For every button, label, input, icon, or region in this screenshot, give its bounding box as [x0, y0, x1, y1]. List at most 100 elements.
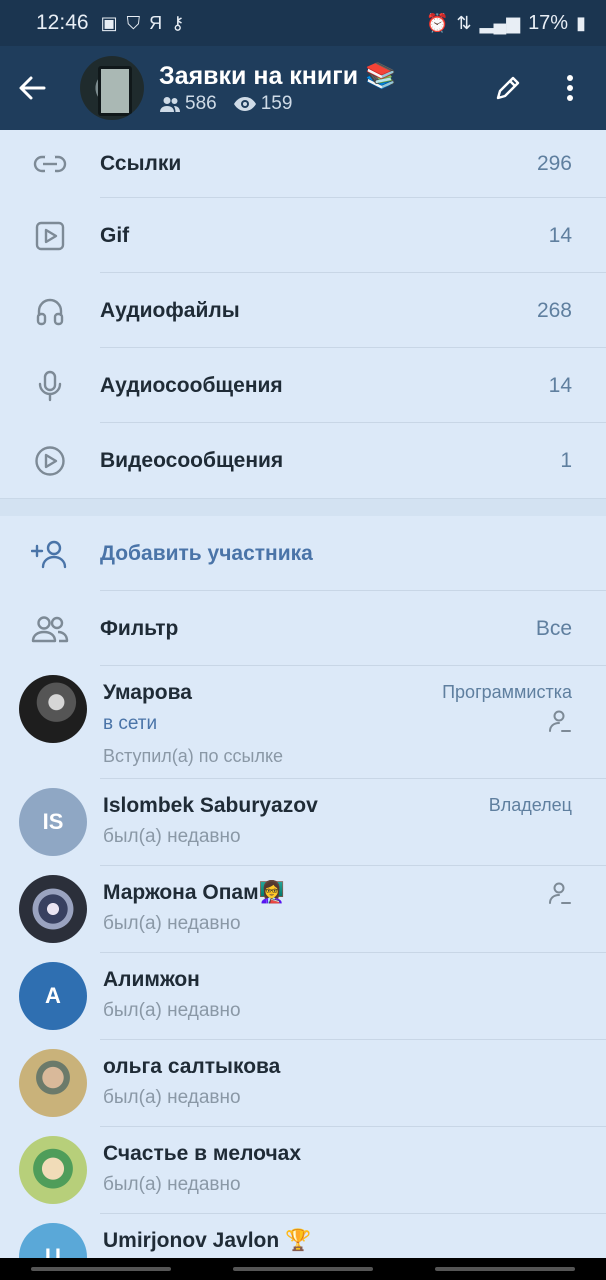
avatar [19, 1136, 87, 1204]
add-user-icon [0, 539, 100, 569]
channel-avatar[interactable] [80, 56, 144, 120]
member-row[interactable]: Счастье в мелочах был(а) недавно [0, 1127, 606, 1214]
media-label: Видеосообщения [100, 448, 284, 472]
avatar [19, 675, 87, 743]
status-icons: ▣ ⛉ Я ⚷ [101, 13, 185, 34]
user-edit-icon [549, 710, 571, 732]
member-row[interactable]: ольга салтыкова был(а) недавно [0, 1040, 606, 1127]
media-row-gif[interactable]: Gif 14 [0, 198, 606, 273]
avatar-initials: IS [42, 809, 64, 834]
carrier-glyph: Я [149, 12, 163, 33]
member-role: Владелец [488, 795, 572, 815]
member-status: был(а) недавно [103, 913, 241, 934]
member-row[interactable]: Умарова в сети Вступил(а) по ссылке Прог… [0, 666, 606, 779]
member-info: Маржона Опам👩‍🏫 был(а) недавно [103, 866, 606, 935]
nav-home-handle[interactable] [233, 1267, 373, 1271]
header-actions [482, 62, 606, 114]
avatar [19, 1049, 87, 1117]
views-count: 159 [260, 93, 293, 114]
media-count: 296 [536, 152, 572, 175]
media-count: 14 [548, 223, 572, 247]
channel-title-block[interactable]: Заявки на книги 📚 586 159 [159, 61, 396, 115]
filter-row[interactable]: Фильтр Все [0, 591, 606, 666]
more-button[interactable] [544, 62, 596, 114]
headphones-icon [0, 273, 100, 348]
more-vertical-icon [567, 75, 573, 101]
media-count: 1 [560, 448, 572, 472]
media-row-video-messages[interactable]: Видеосообщения 1 [0, 423, 606, 498]
member-role: Программистка [442, 682, 572, 702]
add-member-button[interactable]: Добавить участника [0, 516, 606, 591]
status-time: 12:46 [36, 11, 89, 34]
media-row-voice-messages[interactable]: Аудиосообщения 14 [0, 348, 606, 423]
users-filter-icon [0, 615, 100, 643]
add-member-label: Добавить участника [100, 541, 313, 565]
member-row[interactable]: A Алимжон был(а) недавно [0, 953, 606, 1040]
gallery-icon: ▣ [100, 12, 118, 33]
shared-media-list: Ссылки 296 Gif 14 Аудиофайлы 268 Аудиосо… [0, 130, 606, 498]
member-status: был(а) недавно [103, 1087, 241, 1108]
signal-icon: ▂▄▆ [479, 12, 521, 33]
media-count: 268 [536, 298, 572, 322]
video-message-icon [0, 423, 100, 498]
section-divider [0, 498, 606, 516]
status-right: ⏰ ⇅ ▂▄▆ 17% ▮ [426, 12, 586, 35]
member-right: Владелец [489, 795, 572, 816]
eye-icon [233, 97, 256, 111]
key-icon: ⚷ [171, 12, 185, 33]
battery-percent: 17% [528, 11, 569, 34]
member-name: Счастье в мелочах [103, 1142, 302, 1165]
trophy-emoji: 🏆 [285, 1229, 312, 1252]
alarm-icon: ⏰ [426, 12, 449, 33]
media-row-audio-files[interactable]: Аудиофайлы 268 [0, 273, 606, 348]
member-name-text: Umirjonov Javlon [103, 1229, 280, 1252]
members-stat: 586 [159, 93, 217, 115]
arrow-left-icon [19, 76, 46, 100]
channel-title-text: Заявки на книги [159, 62, 359, 90]
media-count: 14 [548, 373, 572, 397]
data-icon: ⇅ [456, 12, 472, 33]
edit-button[interactable] [482, 62, 534, 114]
battery-icon: ▮ [576, 12, 586, 33]
nav-back-handle[interactable] [435, 1267, 575, 1271]
nav-recent-handle[interactable] [31, 1267, 171, 1271]
people-icon [160, 97, 180, 112]
member-status: был(а) недавно [103, 1174, 241, 1195]
member-status: был(а) недавно [103, 826, 241, 847]
filter-value: Все [535, 616, 572, 640]
member-name: Алимжон [103, 968, 200, 991]
member-name-text: Маржона Опам [103, 881, 259, 904]
member-right: Программистка [442, 682, 572, 732]
member-info: ольга салтыкова был(а) недавно [103, 1040, 606, 1109]
link-icon [0, 130, 100, 198]
channel-stats: 586 159 [159, 93, 396, 115]
user-edit-icon [549, 882, 571, 904]
pencil-icon [496, 76, 520, 100]
member-info: Счастье в мелочах был(а) недавно [103, 1127, 606, 1196]
avatar: IS [19, 788, 87, 856]
back-button[interactable] [0, 46, 64, 130]
media-label: Аудиосообщения [100, 373, 283, 397]
member-row[interactable]: IS Islombek Saburyazov был(а) недавно Вл… [0, 779, 606, 866]
member-name: Маржона Опам👩‍🏫 [103, 880, 606, 906]
member-row[interactable]: Маржона Опам👩‍🏫 был(а) недавно [0, 866, 606, 953]
status-bar: 12:46 ▣ ⛉ Я ⚷ ⏰ ⇅ ▂▄▆ 17% ▮ [0, 0, 606, 46]
member-row[interactable]: U Umirjonov Javlon 🏆 [0, 1214, 606, 1264]
member-right [548, 882, 572, 904]
member-name: ольга салтыкова [103, 1055, 281, 1078]
microphone-icon [0, 348, 100, 423]
teacher-emoji: 👩‍🏫 [258, 881, 285, 904]
filter-label: Фильтр [100, 616, 179, 640]
members-count: 586 [185, 93, 217, 114]
media-row-links[interactable]: Ссылки 296 [0, 130, 606, 198]
chat-header: Заявки на книги 📚 586 159 [0, 46, 606, 130]
members-section: Добавить участника Фильтр Все Умарова в … [0, 516, 606, 1264]
system-nav-bar [0, 1258, 606, 1280]
shield-icon: ⛉ [126, 12, 141, 33]
member-name: Umirjonov Javlon 🏆 [103, 1228, 606, 1254]
media-label: Аудиофайлы [100, 298, 240, 322]
views-stat: 159 [233, 93, 293, 115]
member-status: был(а) недавно [103, 1000, 241, 1021]
media-label: Ссылки [100, 152, 182, 175]
media-label: Gif [100, 223, 130, 247]
